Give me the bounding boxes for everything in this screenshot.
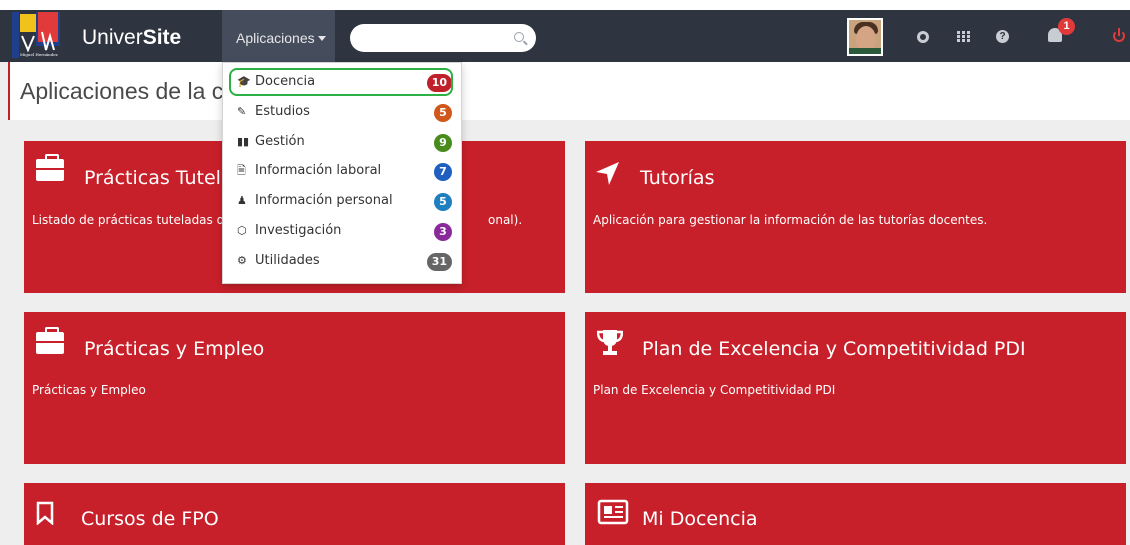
- docencia-highlight-outline: [229, 68, 453, 96]
- briefcase-icon: [36, 154, 64, 181]
- page-title: Aplicaciones de la ca: [20, 78, 225, 104]
- gear-icon[interactable]: [917, 31, 929, 43]
- card-mi-docencia[interactable]: Mi Docencia: [585, 483, 1126, 545]
- card-title: Cursos de FPO: [81, 508, 219, 530]
- apps-grid-icon[interactable]: [957, 31, 970, 43]
- card-description: Plan de Excelencia y Competitividad PDI: [593, 383, 836, 397]
- hexagon-icon: ⬡: [237, 224, 247, 237]
- card-description-tail: onal).: [488, 213, 523, 227]
- avatar[interactable]: [847, 18, 883, 56]
- count-badge: 5: [434, 193, 452, 211]
- search-icon[interactable]: [514, 32, 524, 42]
- card-description: Aplicación para gestionar la información…: [593, 213, 988, 227]
- card-plan-excelencia[interactable]: Plan de Excelencia y Competitividad PDI …: [585, 312, 1126, 464]
- brand-name[interactable]: UniverSite: [82, 26, 181, 50]
- card-practicas-empleo[interactable]: Prácticas y Empleo Prácticas y Empleo: [24, 312, 565, 464]
- menu-item-estudios[interactable]: ✎ Estudios 5: [237, 101, 452, 125]
- newspaper-icon: [597, 499, 629, 530]
- card-cursos-fpo[interactable]: Cursos de FPO: [24, 483, 565, 545]
- card-title: Prácticas Tutelac: [84, 167, 244, 189]
- bookmark-icon: [36, 501, 54, 530]
- search-input[interactable]: [350, 24, 536, 52]
- count-badge: 7: [434, 163, 452, 181]
- count-badge: 9: [434, 134, 452, 152]
- caret-down-icon: [317, 36, 326, 41]
- card-title: Plan de Excelencia y Competitividad PDI: [642, 338, 1026, 360]
- university-logo[interactable]: Miguel Hernández: [12, 12, 72, 58]
- help-icon[interactable]: ?: [996, 30, 1009, 43]
- avatar-shirt: [849, 48, 881, 54]
- briefcase-icon: [36, 327, 64, 354]
- cogs-icon: ⚙: [237, 254, 247, 267]
- location-arrow-icon: [595, 161, 621, 192]
- documents-icon: 🗎: [237, 164, 246, 177]
- applications-menu-button[interactable]: Aplicaciones: [222, 10, 335, 62]
- menu-item-investigacion[interactable]: ⬡ Investigación 3: [237, 220, 452, 244]
- menu-item-informacion-personal[interactable]: ♟ Información personal 5: [237, 190, 452, 214]
- count-badge: 31: [426, 253, 452, 271]
- menu-item-gestion[interactable]: ▮▮ Gestión 9: [237, 131, 452, 155]
- top-strip: [0, 0, 1130, 10]
- card-title: Tutorías: [640, 167, 715, 189]
- svg-text:Miguel Hernández: Miguel Hernández: [20, 52, 58, 57]
- count-badge: 5: [434, 104, 452, 122]
- bar-chart-icon: ▮▮: [237, 135, 250, 148]
- notification-badge: 1: [1058, 18, 1075, 35]
- user-icon: ♟: [237, 194, 247, 207]
- menu-item-informacion-laboral[interactable]: 🗎 Información laboral 7: [237, 160, 452, 184]
- edit-icon: ✎: [237, 105, 247, 118]
- power-icon[interactable]: [1113, 28, 1125, 42]
- card-description: Listado de prácticas tuteladas de: [32, 213, 232, 227]
- trophy-icon: [596, 328, 624, 361]
- count-badge: 3: [434, 223, 452, 241]
- card-description: Prácticas y Empleo: [32, 383, 146, 397]
- card-title: Mi Docencia: [642, 508, 758, 530]
- menu-item-utilidades[interactable]: ⚙ Utilidades 31: [237, 250, 452, 274]
- card-title: Prácticas y Empleo: [84, 338, 265, 360]
- card-tutorias[interactable]: Tutorías Aplicación para gestionar la in…: [585, 141, 1126, 293]
